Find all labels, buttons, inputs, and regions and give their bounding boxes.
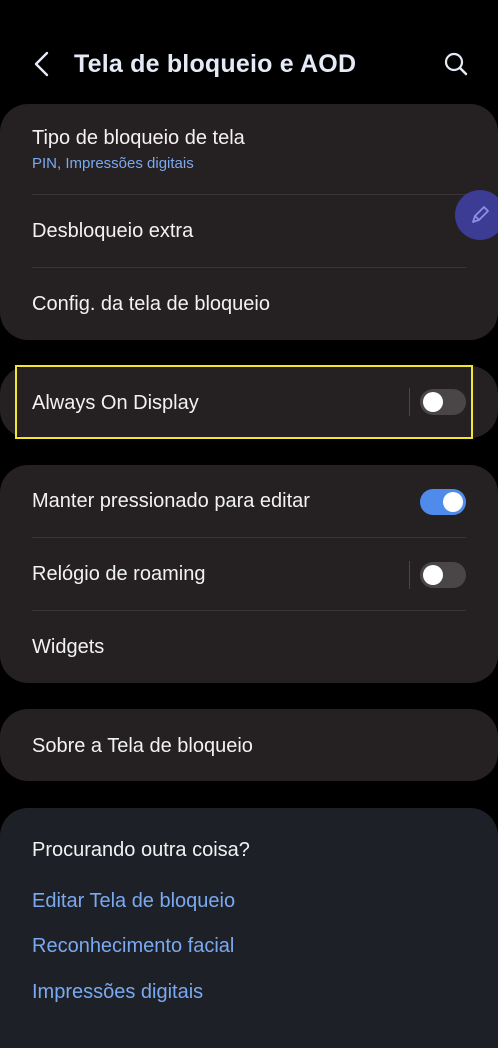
lock-type-item[interactable]: Tipo de bloqueio de tela PIN, Impressões… xyxy=(0,104,498,195)
lock-type-label: Tipo de bloqueio de tela xyxy=(32,127,245,149)
extra-unlock-item[interactable]: Desbloqueio extra xyxy=(0,195,498,268)
hold-to-edit-toggle[interactable] xyxy=(420,488,466,515)
back-button[interactable] xyxy=(24,46,60,82)
divider xyxy=(409,560,410,589)
about-card: Sobre a Tela de bloqueio xyxy=(0,709,498,781)
search-icon xyxy=(444,52,468,76)
widgets-item[interactable]: Widgets xyxy=(0,611,498,683)
extra-unlock-label: Desbloqueio extra xyxy=(32,220,194,242)
roaming-clock-item[interactable]: Relógio de roaming xyxy=(0,538,498,611)
suggestions-title: Procurando outra coisa? xyxy=(32,839,250,861)
widgets-label: Widgets xyxy=(32,636,105,658)
suggestions-card: Procurando outra coisa? Editar Tela de b… xyxy=(0,808,498,1048)
about-lock-screen-item[interactable]: Sobre a Tela de bloqueio xyxy=(0,709,498,781)
link-edit-lock-screen[interactable]: Editar Tela de bloqueio xyxy=(32,890,235,913)
lock-screen-config-item[interactable]: Config. da tela de bloqueio xyxy=(0,268,498,340)
lock-type-sublabel: PIN, Impressões digitais xyxy=(32,155,194,172)
pen-icon xyxy=(472,206,489,223)
floating-pen-button[interactable] xyxy=(455,190,498,240)
toggle-knob xyxy=(443,491,463,512)
lock-settings-card: Tipo de bloqueio de tela PIN, Impressões… xyxy=(0,104,498,340)
options-card: Manter pressionado para editar Relógio d… xyxy=(0,465,498,683)
page-title: Tela de bloqueio e AOD xyxy=(74,50,357,78)
link-fingerprints[interactable]: Impressões digitais xyxy=(32,981,203,1004)
hold-to-edit-item[interactable]: Manter pressionado para editar xyxy=(0,465,498,538)
about-lock-screen-label: Sobre a Tela de bloqueio xyxy=(32,735,253,757)
roaming-clock-toggle[interactable] xyxy=(420,561,466,588)
link-face-recognition[interactable]: Reconhecimento facial xyxy=(32,935,234,958)
search-button[interactable] xyxy=(438,46,474,82)
highlight-box xyxy=(15,365,473,439)
lock-screen-config-label: Config. da tela de bloqueio xyxy=(32,293,270,315)
toggle-knob xyxy=(423,564,443,585)
chevron-left-icon xyxy=(34,51,49,77)
